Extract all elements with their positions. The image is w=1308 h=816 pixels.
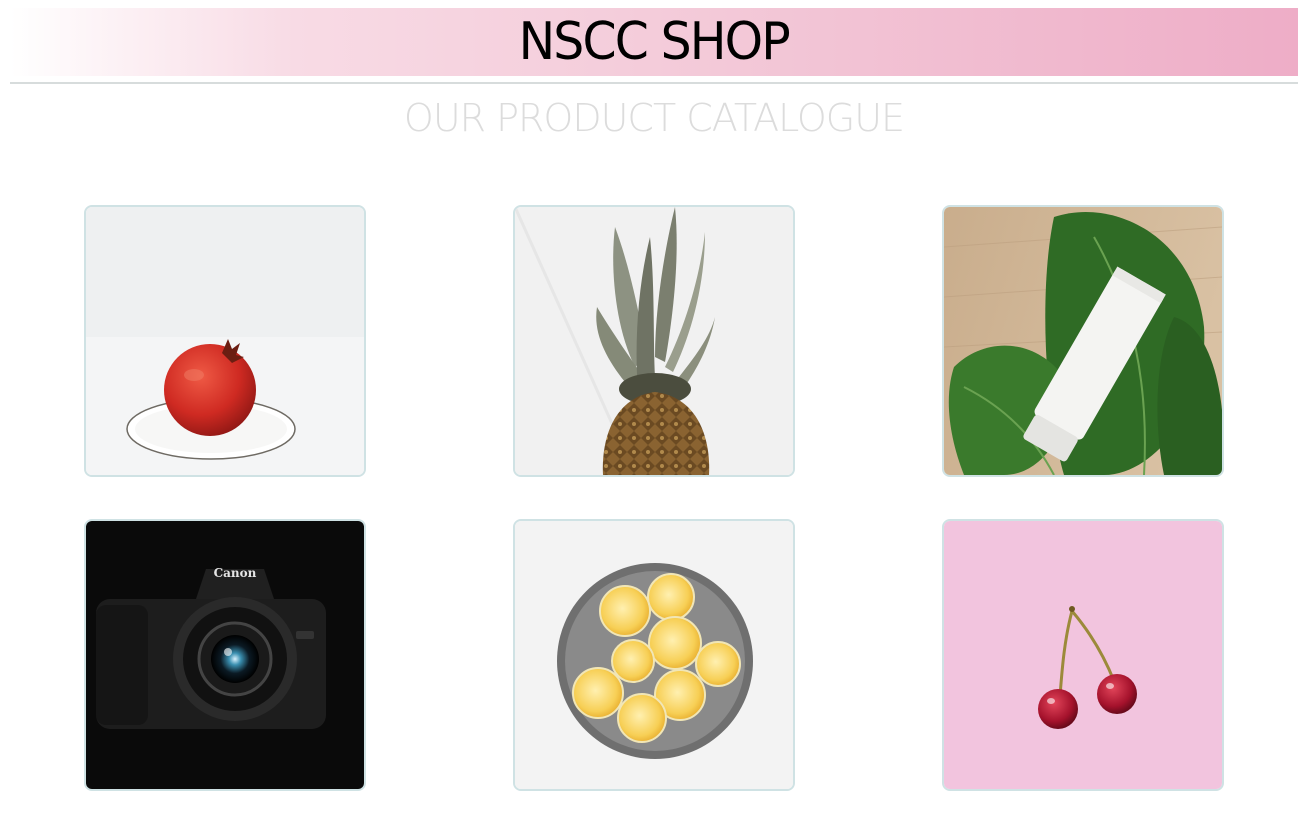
site-title: NSCC SHOP bbox=[518, 12, 791, 72]
header-divider bbox=[10, 82, 1298, 84]
cream-tube-image bbox=[944, 207, 1222, 475]
camera-image: Canon bbox=[86, 521, 364, 789]
catalogue-subtitle: OUR PRODUCT CATALOGUE bbox=[403, 96, 905, 140]
product-card-cream-tube[interactable] bbox=[942, 205, 1224, 477]
product-card-pineapple[interactable] bbox=[513, 205, 795, 477]
cherries-image bbox=[944, 521, 1222, 789]
pineapple-image bbox=[515, 207, 793, 475]
product-card-lemons[interactable] bbox=[513, 519, 795, 791]
product-card-pomegranate[interactable] bbox=[84, 205, 366, 477]
header-banner: NSCC SHOP bbox=[10, 8, 1298, 76]
camera-brand-label: Canon bbox=[214, 566, 257, 580]
pomegranate-image bbox=[86, 207, 364, 475]
page: NSCC SHOP OUR PRODUCT CATALOGUE Canon bbox=[0, 0, 1308, 816]
product-card-camera[interactable]: Canon bbox=[84, 519, 366, 791]
lemons-image bbox=[515, 521, 793, 789]
product-card-cherries[interactable] bbox=[942, 519, 1224, 791]
